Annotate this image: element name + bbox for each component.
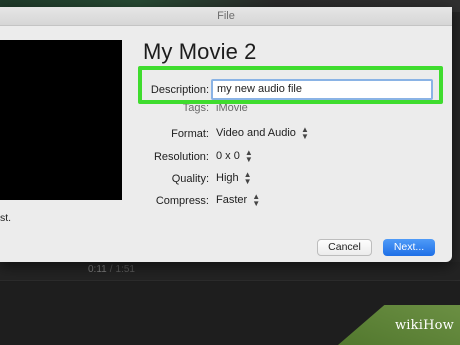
resolution-stepper-icon: ▲ ▼ [244,148,253,164]
cancel-button[interactable]: Cancel [317,239,372,256]
current-time: 0:11 [88,264,107,275]
description-label: Description: [150,84,209,96]
tags-field[interactable]: iMovie [216,102,248,114]
tags-label: Tags: [182,102,209,114]
playhead-timecode: 0:11/1:51 [88,264,135,275]
format-value: Video and Audio [216,126,296,139]
wikihow-watermark-text: wikiHow [394,318,454,333]
resolution-label: Resolution: [153,151,209,163]
quality-label: Quality: [171,173,209,185]
quality-stepper-icon: ▲ ▼ [243,170,252,186]
next-button[interactable]: Next... [383,239,435,256]
time-separator: / [109,264,113,275]
format-popup[interactable]: Video and Audio ▲ ▼ [216,125,309,141]
quality-value: High [216,171,239,184]
total-time: 1:51 [115,264,135,275]
resolution-popup[interactable]: 0 x 0 ▲ ▼ [216,148,253,164]
dialog-title: File [0,7,452,26]
movie-title[interactable]: My Movie 2 [143,39,256,65]
compress-label: Compress: [155,195,209,207]
compress-stepper-icon: ▲ ▼ [252,192,261,208]
compress-popup[interactable]: Faster ▲ ▼ [216,192,261,208]
resolution-value: 0 x 0 [216,149,240,162]
share-file-dialog: File st. My Movie 2 Description: my new … [0,7,452,262]
preview-caption-fragment: st. [0,212,12,224]
format-stepper-icon: ▲ ▼ [300,125,309,141]
compress-value: Faster [216,193,248,206]
description-field[interactable]: my new audio file [211,79,433,100]
format-label: Format: [171,128,209,140]
quality-popup[interactable]: High ▲ ▼ [216,170,252,186]
